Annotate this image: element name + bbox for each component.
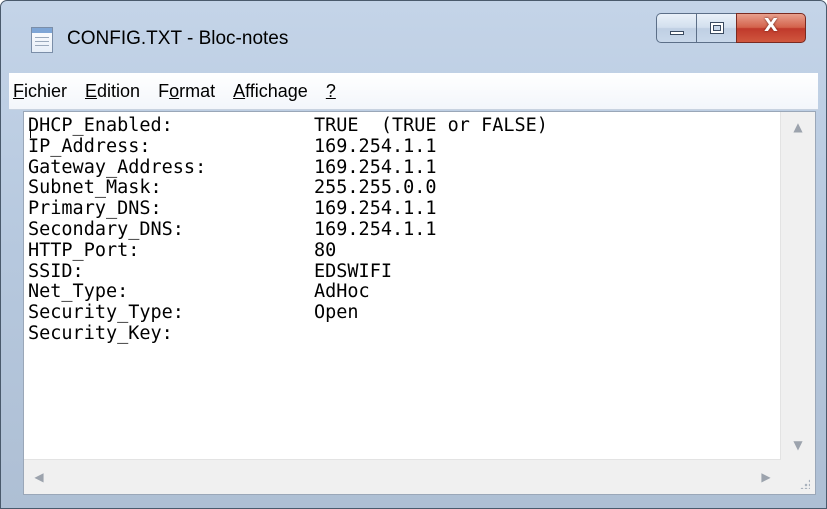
text-line: Secondary_DNS: 169.254.1.1: [28, 218, 775, 241]
line-value: 169.254.1.1: [314, 156, 437, 178]
line-key: Secondary_DNS:: [28, 218, 184, 240]
text-line: Net_Type: AdHoc: [28, 282, 775, 303]
text-line: IP_Address: 169.254.1.1: [28, 135, 775, 158]
line-key: Gateway_Address:: [28, 156, 207, 178]
text-caret: [30, 118, 31, 138]
menu-bar: Fichier Edition Format Affichage ?: [9, 73, 818, 110]
restore-icon: [710, 22, 724, 34]
line-key: Net_Type:: [28, 281, 129, 303]
scroll-up-icon[interactable]: ▲: [781, 112, 815, 142]
line-value: AdHoc: [314, 281, 370, 303]
minimize-button[interactable]: [656, 13, 696, 43]
scroll-left-icon[interactable]: ◀: [24, 460, 54, 494]
line-key: SSID:: [28, 260, 84, 282]
line-key: Primary_DNS:: [28, 198, 162, 220]
text-line: Subnet_Mask: 255.255.0.0: [28, 178, 775, 199]
text-line: Gateway_Address: 169.254.1.1: [28, 156, 775, 179]
scroll-right-icon[interactable]: ▶: [751, 460, 781, 494]
size-grip-icon[interactable]: [781, 460, 815, 494]
line-key: Security_Key:: [28, 322, 173, 344]
menu-affichage[interactable]: Affichage: [224, 81, 317, 102]
line-value: TRUE (TRUE or FALSE): [314, 116, 548, 136]
menu-help[interactable]: ?: [317, 81, 345, 102]
line-key: Subnet_Mask:: [28, 177, 162, 199]
text-line: Security_Key:: [28, 322, 775, 345]
vertical-scrollbar[interactable]: ▲ ▼: [780, 112, 815, 460]
text-line: DHCP_Enabled: TRUE (TRUE or FALSE): [28, 116, 775, 137]
line-key: Security_Type:: [28, 302, 184, 324]
title-bar[interactable]: CONFIG.TXT - Bloc-notes X: [1, 1, 826, 73]
line-key: DHCP_Enabled:: [28, 116, 173, 136]
line-value: Open: [314, 302, 359, 324]
line-value: 169.254.1.1: [314, 218, 437, 240]
line-key: IP_Address:: [28, 135, 151, 157]
line-value: 255.255.0.0: [314, 177, 437, 199]
text-line: Security_Type: Open: [28, 302, 775, 324]
caption-buttons: X: [656, 13, 806, 43]
text-line: HTTP_Port: 80: [28, 239, 775, 262]
scroll-down-icon[interactable]: ▼: [781, 430, 815, 460]
maximize-button[interactable]: [696, 13, 736, 43]
text-line: SSID: EDSWIFI: [28, 260, 775, 283]
line-value: 169.254.1.1: [314, 135, 437, 157]
document-text[interactable]: DHCP_Enabled: TRUE (TRUE or FALSE) IP_Addr…: [28, 116, 775, 458]
menu-fichier[interactable]: Fichier: [9, 81, 76, 102]
close-button[interactable]: X: [736, 13, 806, 43]
menu-format[interactable]: Format: [149, 81, 224, 102]
line-value: 80: [314, 239, 337, 261]
text-editor[interactable]: DHCP_Enabled: TRUE (TRUE or FALSE) IP_Addr…: [23, 111, 816, 495]
notepad-icon: [31, 27, 53, 53]
line-value: 169.254.1.1: [314, 198, 437, 220]
line-key: HTTP_Port:: [28, 239, 140, 261]
menu-edition[interactable]: Edition: [76, 81, 149, 102]
text-line: Primary_DNS: 169.254.1.1: [28, 198, 775, 220]
window-title: CONFIG.TXT - Bloc-notes: [67, 28, 289, 49]
close-icon: X: [764, 15, 778, 36]
horizontal-scrollbar[interactable]: ◀ ▶: [24, 459, 781, 494]
notepad-window: CONFIG.TXT - Bloc-notes X Fichier Editio…: [0, 0, 827, 509]
minimize-icon: [670, 31, 684, 35]
line-value: EDSWIFI: [314, 260, 392, 282]
